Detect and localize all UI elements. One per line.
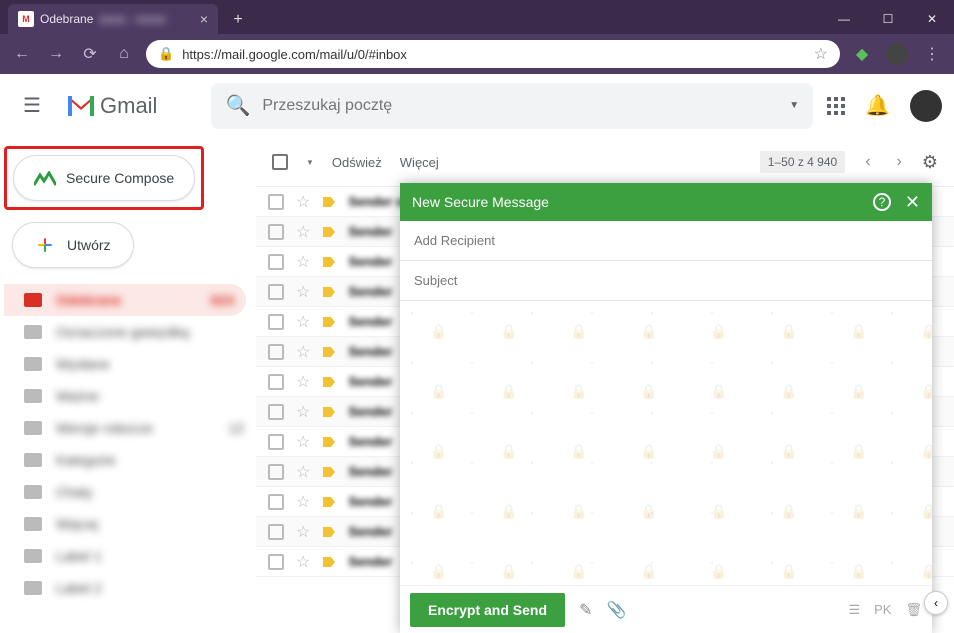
window-close-button[interactable]: ✕ [910, 4, 954, 34]
gmail-header: ☰ Gmail 🔍 ▼ 🔔 [0, 74, 954, 138]
tab-title-extra: (xxx) - xxxxx [99, 12, 166, 26]
folder-item[interactable]: Chaty [4, 476, 256, 508]
url-text: https://mail.google.com/mail/u/0/#inbox [182, 47, 407, 62]
settings-gear-icon[interactable]: ⚙ [922, 152, 938, 173]
lock-pattern-icon: 🔒 [400, 301, 932, 585]
refresh-button[interactable]: Odśwież [332, 155, 382, 170]
folder-item[interactable]: Więcej [4, 508, 256, 540]
browser-profile-avatar[interactable] [886, 43, 908, 65]
trash-icon[interactable]: 🗑 [905, 602, 922, 618]
encrypt-send-button[interactable]: Encrypt and Send [410, 593, 565, 627]
nav-forward-icon[interactable]: → [44, 42, 68, 66]
plus-icon [35, 235, 55, 255]
tab-close-icon[interactable]: × [200, 11, 208, 27]
google-apps-icon[interactable] [827, 97, 845, 115]
compose-footer: Encrypt and Send ✎ 📎 ☰ PK 🗑 [400, 585, 932, 633]
browser-menu-icon[interactable]: ⋮ [920, 42, 944, 66]
attachment-icon[interactable]: 📎 [606, 600, 626, 620]
browser-tab[interactable]: M Odebrane (xxx) - xxxxx × [8, 4, 218, 34]
compose-body[interactable]: 🔒 [400, 301, 932, 585]
search-input[interactable] [262, 97, 789, 115]
tab-favicon-icon: M [18, 11, 34, 27]
page-next-icon[interactable]: › [891, 153, 908, 171]
options-icon[interactable]: ☰ [848, 602, 860, 618]
window-minimize-button[interactable]: — [822, 4, 866, 34]
folder-item[interactable]: Label 2 [4, 572, 256, 604]
bookmark-star-icon[interactable]: ☆ [814, 44, 828, 64]
folder-item[interactable]: Wersje robocze12 [4, 412, 256, 444]
compose-title: New Secure Message [412, 194, 549, 210]
signature-icon[interactable]: ✎ [579, 600, 592, 620]
browser-titlebar: M Odebrane (xxx) - xxxxx × + — ☐ ✕ [0, 0, 954, 34]
account-avatar[interactable] [910, 90, 942, 122]
mail-toolbar: ▼ Odśwież Więcej 1–50 z 4 940 ‹ › ⚙ [256, 138, 954, 186]
side-panel-toggle[interactable]: ‹ [924, 591, 948, 615]
url-bar[interactable]: 🔒 https://mail.google.com/mail/u/0/#inbo… [146, 40, 840, 68]
row-checkbox[interactable] [268, 194, 284, 210]
folder-item[interactable]: Oznaczone gwiazdką [4, 316, 256, 348]
subject-placeholder: Subject [414, 273, 457, 288]
star-icon[interactable]: ☆ [296, 192, 310, 212]
search-options-icon[interactable]: ▼ [789, 100, 799, 111]
gmail-logo[interactable]: Gmail [66, 93, 157, 119]
window-maximize-button[interactable]: ☐ [866, 4, 910, 34]
nav-home-icon[interactable]: ⌂ [112, 42, 136, 66]
nav-reload-icon[interactable]: ⟳ [78, 42, 102, 66]
select-all-checkbox[interactable] [272, 154, 288, 170]
folder-item[interactable]: Kategorie [4, 444, 256, 476]
importance-icon[interactable] [322, 195, 336, 209]
new-tab-button[interactable]: + [224, 6, 252, 34]
sidebar: Secure Compose Utwórz Odebrane624 Oznacz… [0, 138, 256, 633]
select-dropdown-icon[interactable]: ▼ [306, 158, 314, 167]
secure-compose-window: New Secure Message ? ✕ Add Recipient Sub… [400, 183, 932, 633]
browser-toolbar: ← → ⟳ ⌂ 🔒 https://mail.google.com/mail/u… [0, 34, 954, 74]
recipient-placeholder: Add Recipient [414, 233, 495, 248]
notifications-icon[interactable]: 🔔 [865, 93, 890, 118]
compose-label: Utwórz [67, 237, 111, 253]
folder-inbox[interactable]: Odebrane624 [4, 284, 246, 316]
help-icon[interactable]: ? [873, 193, 891, 211]
folder-item[interactable]: Ważne [4, 380, 256, 412]
recipient-field[interactable]: Add Recipient [400, 221, 932, 261]
search-icon: 🔍 [225, 93, 250, 118]
tab-title: Odebrane [40, 12, 93, 26]
nav-back-icon[interactable]: ← [10, 42, 34, 66]
pagination-info: 1–50 z 4 940 [760, 151, 845, 173]
main-menu-icon[interactable]: ☰ [12, 86, 52, 126]
compose-header[interactable]: New Secure Message ? ✕ [400, 183, 932, 221]
more-button[interactable]: Więcej [400, 155, 439, 170]
lock-icon: 🔒 [158, 46, 174, 62]
close-icon[interactable]: ✕ [905, 192, 920, 213]
pk-label[interactable]: PK [874, 602, 891, 617]
secure-compose-button[interactable]: Secure Compose [13, 155, 195, 201]
extension-icon[interactable]: ◆ [850, 42, 874, 66]
folder-item[interactable]: Wysłane [4, 348, 256, 380]
gmail-m-icon [66, 94, 96, 118]
mail-main: ▼ Odśwież Więcej 1–50 z 4 940 ‹ › ⚙ ☆Sen… [256, 138, 954, 633]
window-controls: — ☐ ✕ [822, 4, 954, 34]
subject-field[interactable]: Subject [400, 261, 932, 301]
search-box[interactable]: 🔍 ▼ [211, 83, 813, 129]
compose-button[interactable]: Utwórz [12, 222, 134, 268]
folder-item[interactable]: Label 1 [4, 540, 256, 572]
gmail-brand-text: Gmail [100, 93, 157, 119]
page-prev-icon[interactable]: ‹ [859, 153, 876, 171]
secure-compose-icon [34, 171, 54, 185]
secure-compose-highlight: Secure Compose [4, 146, 204, 210]
secure-compose-label: Secure Compose [66, 170, 174, 186]
folder-list: Odebrane624 Oznaczone gwiazdką Wysłane W… [4, 284, 256, 604]
